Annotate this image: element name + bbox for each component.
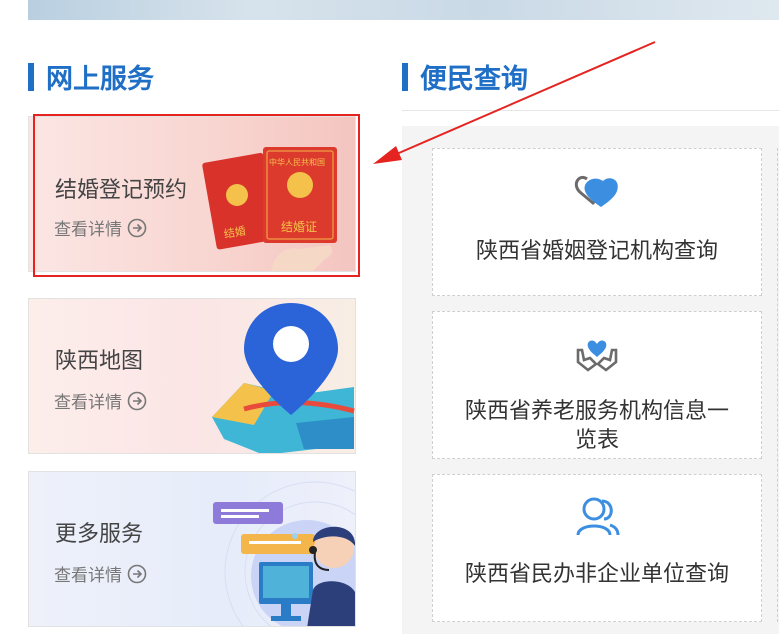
query-label: 陕西省婚姻登记机构查询 — [475, 239, 718, 264]
hearts-icon — [574, 176, 618, 207]
section-title-online-services: 网上服务 — [28, 57, 154, 96]
card-more-services[interactable]: 更多服务 查看详情 — [28, 471, 356, 627]
marriage-certificate-icon: 中华人民共和国 结婚 结婚证 — [202, 147, 337, 271]
view-details-link[interactable]: 查看详情 — [54, 215, 147, 240]
query-label: 陕西省养老服务机构信息一览表 — [464, 399, 729, 453]
card-title: 更多服务 — [55, 522, 144, 547]
title-accent-bar — [402, 62, 408, 91]
care-hands-icon — [576, 340, 618, 372]
view-details-label: 查看详情 — [54, 393, 122, 413]
card-marriage-registration[interactable]: 结婚登记预约 查看详情 中华人民共和国 结婚 结婚证 — [28, 116, 356, 272]
query-private-nonenterprise-units[interactable]: 陕西省民办非企业单位查询 — [432, 474, 762, 622]
certificate-header: 中华人民共和国 — [269, 157, 325, 167]
circle-arrow-icon — [127, 391, 147, 410]
section-title-public-query: 便民查询 — [402, 57, 528, 96]
map-pin-icon — [212, 303, 355, 453]
query-elderly-care-institutions[interactable]: 陕西省养老服务机构信息一览表 — [432, 311, 762, 459]
view-details-label: 查看详情 — [54, 566, 122, 586]
people-icon — [576, 497, 620, 536]
card-title: 结婚登记预约 — [55, 178, 188, 203]
query-marriage-registration-offices[interactable]: 陕西省婚姻登记机构查询 — [432, 148, 762, 296]
section-divider — [402, 110, 779, 111]
section-title-text: 网上服务 — [46, 64, 154, 95]
card-title: 陕西地图 — [55, 349, 144, 374]
customer-service-icon — [213, 481, 355, 626]
circle-arrow-icon — [127, 218, 147, 237]
view-details-link[interactable]: 查看详情 — [54, 388, 147, 413]
query-label: 陕西省民办非企业单位查询 — [464, 562, 729, 587]
card-shaanxi-map[interactable]: 陕西地图 查看详情 — [28, 298, 356, 454]
certificate-right-text: 结婚证 — [281, 220, 317, 234]
section-title-text: 便民查询 — [420, 64, 528, 95]
view-details-label: 查看详情 — [54, 220, 122, 240]
title-accent-bar — [28, 62, 34, 91]
circle-arrow-icon — [127, 564, 147, 583]
top-banner — [28, 0, 779, 20]
view-details-link[interactable]: 查看详情 — [54, 561, 147, 586]
